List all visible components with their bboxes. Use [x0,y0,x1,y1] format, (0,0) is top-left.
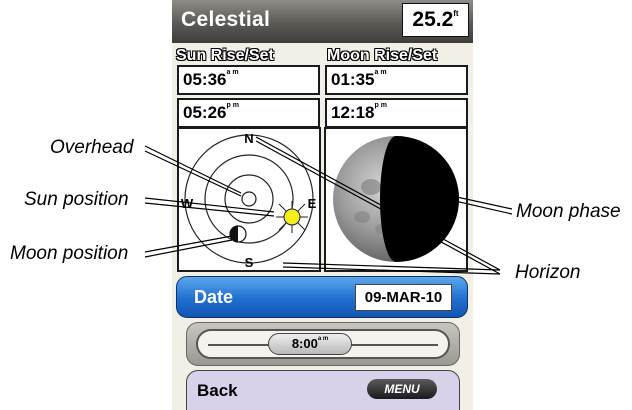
moonset-time: 12:18 [331,103,375,122]
moonrise-time-box: 01:35a m [325,65,468,95]
back-label: Back [197,381,238,400]
celestial-screen: Celestial 25.2ft Sun Rise/Set Moon Rise/… [172,0,473,410]
back-button[interactable]: Back MENU [186,370,460,410]
east-label: E [308,196,317,211]
overhead-circle [241,191,257,207]
sun-rise-set-heading: Sun Rise/Set [176,47,274,64]
moon-position-icon [229,225,247,243]
sky-chart: N S E W [181,131,317,270]
horizon-circle [184,134,314,264]
north-label: N [244,131,253,146]
moonset-time-box: 12:18p m [325,98,468,128]
depth-unit: ft [453,9,459,18]
page-title: Celestial [181,8,271,31]
south-label: S [245,255,254,270]
title-bar: Celestial 25.2ft [172,0,473,43]
sunset-time: 05:26 [183,103,227,122]
callout-moon-position: Moon position [10,243,129,264]
time-slider-thumb[interactable]: 8:00a m [268,333,352,355]
sunrise-time-box: 05:36a m [177,65,320,95]
callout-sun-position: Sun position [24,189,129,210]
time-slider[interactable]: 8:00a m [196,329,450,359]
moon-shadow [380,136,459,262]
moonrise-suffix: a m [374,69,387,76]
moon-phase-graphic [333,136,459,262]
sunset-suffix: p m [226,102,239,109]
time-value: 8:00 [291,336,318,351]
depth-value: 25.2 [412,8,454,31]
sky-chart-panel: N S E W [177,127,321,272]
altitude-ring-inner [224,174,274,224]
sunrise-suffix: a m [226,69,239,76]
time-suffix: a m [317,336,329,342]
moonrise-time: 01:35 [331,70,375,89]
date-value-field[interactable]: 09-MAR-10 [355,284,452,311]
date-label: Date [194,287,234,307]
sun-icon [276,201,308,233]
date-button[interactable]: Date 09-MAR-10 [176,276,468,318]
sunrise-time: 05:36 [183,70,227,89]
moonset-suffix: p m [374,102,387,109]
moon-rise-set-heading: Moon Rise/Set [327,47,438,64]
time-slider-bar: 8:00a m [186,322,460,366]
depth-readout: 25.2ft [402,3,469,37]
callout-moon-phase: Moon phase [516,201,621,222]
callout-overhead: Overhead [50,137,134,158]
sunset-time-box: 05:26p m [177,98,320,128]
callout-horizon: Horizon [515,262,581,283]
moon-phase-panel [324,127,468,272]
menu-button[interactable]: MENU [367,379,437,399]
west-label: W [181,196,194,211]
